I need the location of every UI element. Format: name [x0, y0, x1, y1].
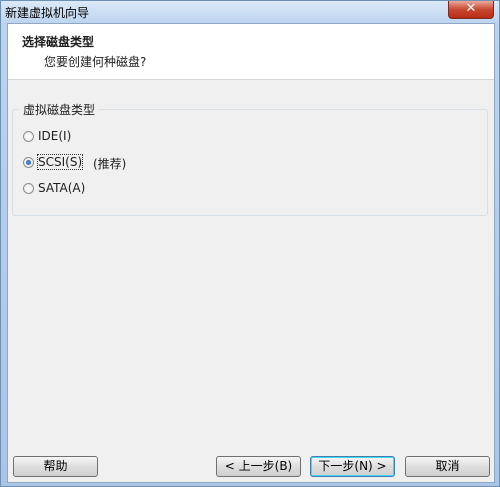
radio-label[interactable]: IDE(I) [38, 129, 71, 143]
wizard-window: 新建虚拟机向导 ✕ 选择磁盘类型 您要创建何种磁盘? 虚拟磁盘类型 IDE(I)… [0, 0, 500, 487]
radio-button[interactable] [23, 157, 34, 168]
wizard-header: 选择磁盘类型 您要创建何种磁盘? [8, 24, 494, 80]
title-bar[interactable]: 新建虚拟机向导 ✕ [1, 1, 499, 23]
back-button[interactable]: < 上一步(B) [216, 456, 301, 477]
next-button[interactable]: 下一步(N) > [310, 456, 395, 477]
close-icon: ✕ [465, 1, 477, 16]
radio-label[interactable]: SCSI(S) [36, 154, 84, 170]
group-legend: 虚拟磁盘类型 [19, 101, 100, 118]
cancel-button[interactable]: 取消 [405, 456, 490, 477]
close-button[interactable]: ✕ [448, 1, 494, 19]
wizard-body: 选择磁盘类型 您要创建何种磁盘? 虚拟磁盘类型 IDE(I) SCSI(S) (… [7, 23, 495, 483]
radio-button[interactable] [23, 131, 34, 142]
help-button[interactable]: 帮助 [13, 456, 98, 477]
window-title: 新建虚拟机向导 [5, 6, 90, 20]
recommended-hint: (推荐) [93, 157, 127, 171]
page-subtitle: 您要创建何种磁盘? [44, 55, 147, 69]
radio-button[interactable] [23, 183, 34, 194]
radio-label[interactable]: SATA(A) [38, 181, 85, 195]
disk-type-group: 虚拟磁盘类型 IDE(I) SCSI(S) (推荐) SATA(A) [12, 101, 488, 216]
page-title: 选择磁盘类型 [22, 35, 95, 49]
radio-selected-dot [26, 160, 31, 165]
